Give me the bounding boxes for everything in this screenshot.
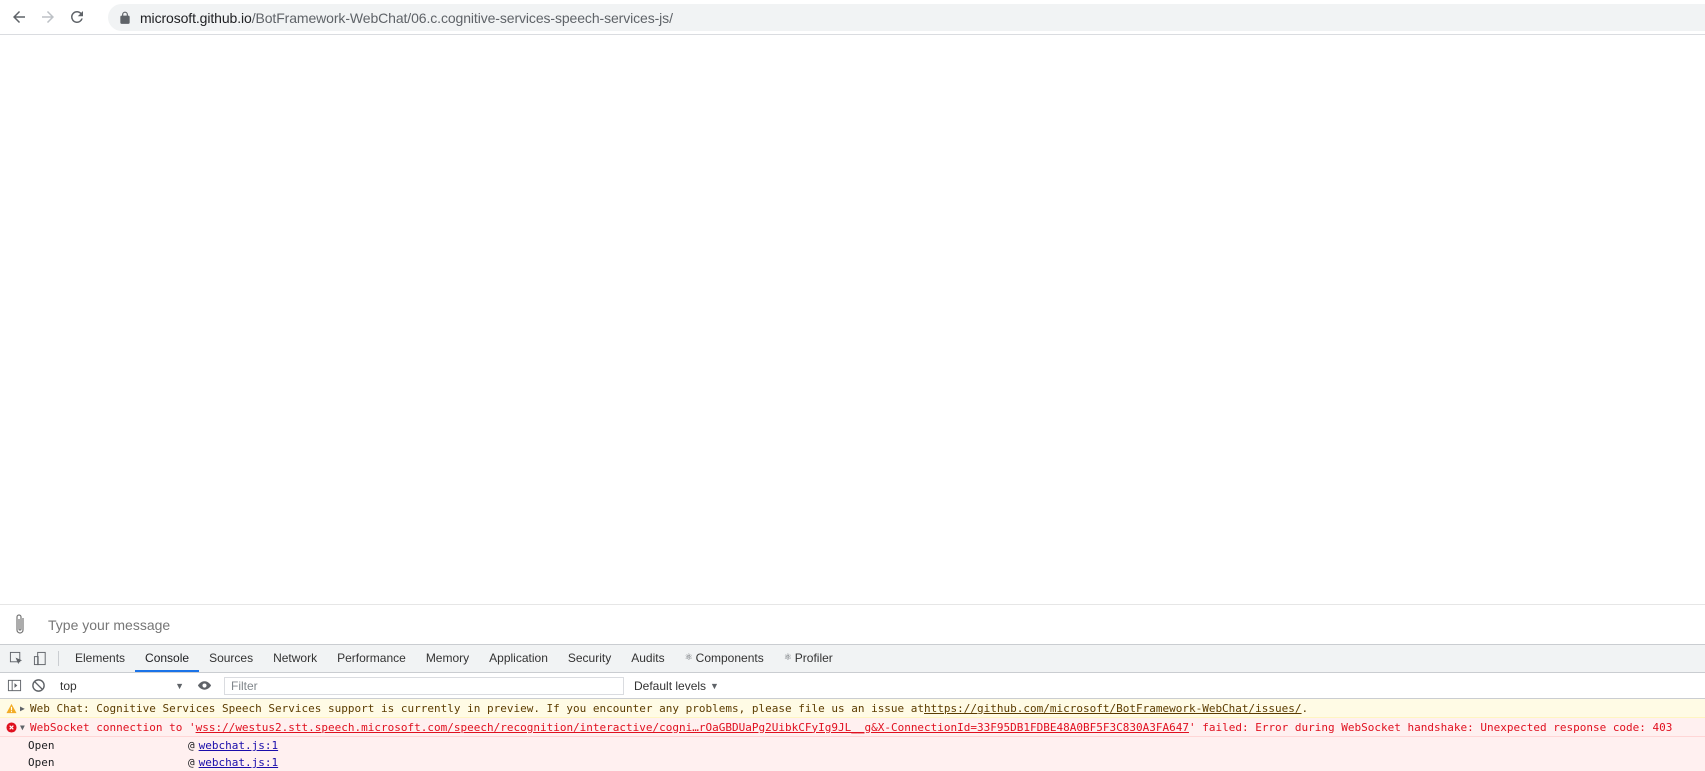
warning-suffix: .: [1301, 701, 1309, 715]
tab-label: Profiler: [794, 650, 833, 665]
context-value: top: [60, 678, 77, 693]
warning-link[interactable]: https://github.com/microsoft/BotFramewor…: [924, 702, 1302, 715]
log-levels-dropdown[interactable]: Default levels ▼: [634, 679, 719, 693]
tab-application[interactable]: Application: [479, 645, 558, 672]
tab-label: Console: [145, 650, 190, 665]
back-button[interactable]: [6, 4, 32, 30]
tab-label: Components: [695, 650, 764, 665]
tab-label: Sources: [209, 650, 254, 665]
reload-button[interactable]: [64, 4, 90, 30]
console-warning[interactable]: ▶ Web Chat: Cognitive Services Speech Se…: [0, 699, 1705, 718]
expand-triangle-icon[interactable]: ▶: [20, 704, 30, 713]
block-icon: [31, 679, 45, 692]
url-path: /BotFramework-WebChat/06.c.cognitive-ser…: [251, 9, 673, 26]
tab-network[interactable]: Network: [263, 645, 327, 672]
tab-label: Network: [273, 650, 318, 665]
tab-label: Security: [567, 650, 612, 665]
stack-at: @: [188, 739, 195, 752]
tab-label: Audits: [631, 650, 665, 665]
levels-label: Default levels: [634, 678, 707, 693]
stack-source-link[interactable]: webchat.js:1: [199, 739, 278, 752]
eye-icon: [197, 681, 211, 690]
stack-source-link[interactable]: webchat.js:1: [199, 756, 278, 769]
toolbar-divider: [58, 651, 59, 666]
tab-audits[interactable]: Audits: [621, 645, 674, 672]
reload-icon: [70, 10, 83, 23]
live-expression-button[interactable]: [192, 678, 216, 693]
message-input[interactable]: [40, 609, 1680, 640]
inspect-cursor-icon: [9, 651, 22, 665]
react-icon: ⚛: [783, 652, 792, 662]
stack-function: Open: [28, 756, 55, 769]
filter-input[interactable]: [231, 678, 623, 693]
webchat-sendbox: [0, 604, 1705, 644]
tab-sources[interactable]: Sources: [199, 645, 263, 672]
filter-box: [224, 676, 624, 695]
tab-label: Application: [489, 650, 548, 665]
sidebar-toggle-icon: [7, 679, 21, 692]
stack-function: Open: [28, 739, 55, 752]
tab-elements[interactable]: Elements: [65, 645, 135, 672]
forward-button[interactable]: [35, 4, 61, 30]
inspect-element-button[interactable]: [4, 645, 28, 672]
tab-label: Performance: [337, 650, 406, 665]
webchat-transcript: [0, 35, 1705, 605]
context-selector[interactable]: top ▼: [54, 676, 188, 696]
collapse-triangle-icon[interactable]: ▼: [20, 723, 30, 732]
error-link[interactable]: wss://westus2.stt.speech.microsoft.com/s…: [196, 721, 1189, 734]
arrow-right-icon: [42, 11, 54, 23]
lock-icon: [120, 11, 130, 24]
tab-security[interactable]: Security: [558, 645, 621, 672]
warning-icon: [2, 703, 20, 714]
error-prefix: WebSocket connection to ': [30, 720, 196, 734]
device-mobile-icon: [33, 651, 46, 666]
browser-toolbar: microsoft.github.io/BotFramework-WebChat…: [0, 0, 1705, 35]
tab-label: Memory: [425, 650, 470, 665]
console-error[interactable]: ▼ WebSocket connection to ' wss://westus2…: [0, 718, 1705, 737]
tab-console[interactable]: Console: [135, 645, 200, 672]
error-suffix: ' failed: Error during WebSocket handsha…: [1188, 720, 1673, 734]
devtools-tab-bar: Elements Console Sources Network Perform…: [0, 645, 1705, 673]
url-text: microsoft.github.io/BotFramework-WebChat…: [140, 10, 673, 26]
react-icon: ⚛: [684, 652, 693, 662]
tab-profiler[interactable]: ⚛ Profiler: [774, 645, 843, 672]
stack-frame: Open @ webchat.js:1: [0, 737, 1705, 754]
paperclip-icon: [16, 613, 24, 634]
devtools-panel: Elements Console Sources Network Perform…: [0, 644, 1705, 771]
arrow-left-icon: [13, 11, 25, 23]
triangle-down-icon: ▼: [175, 680, 184, 691]
show-sidebar-button[interactable]: [2, 678, 26, 693]
clear-console-button[interactable]: [26, 678, 50, 693]
triangle-down-icon: ▼: [710, 680, 719, 691]
stack-at: @: [188, 756, 195, 769]
upload-button[interactable]: [0, 605, 40, 645]
address-bar[interactable]: microsoft.github.io/BotFramework-WebChat…: [108, 4, 1705, 31]
tab-performance[interactable]: Performance: [327, 645, 416, 672]
console-messages: ▶ Web Chat: Cognitive Services Speech Se…: [0, 699, 1705, 771]
error-icon: [2, 721, 20, 733]
tab-components[interactable]: ⚛ Components: [675, 645, 774, 672]
url-host: microsoft.github.io: [140, 9, 252, 26]
tab-label: Elements: [75, 650, 126, 665]
warning-text: Web Chat: Cognitive Services Speech Serv…: [30, 701, 925, 715]
tab-memory[interactable]: Memory: [416, 645, 479, 672]
stack-frame: Open @ webchat.js:1: [0, 754, 1705, 771]
device-toolbar-button[interactable]: [28, 645, 52, 672]
console-toolbar: top ▼ Default levels ▼: [0, 673, 1705, 699]
